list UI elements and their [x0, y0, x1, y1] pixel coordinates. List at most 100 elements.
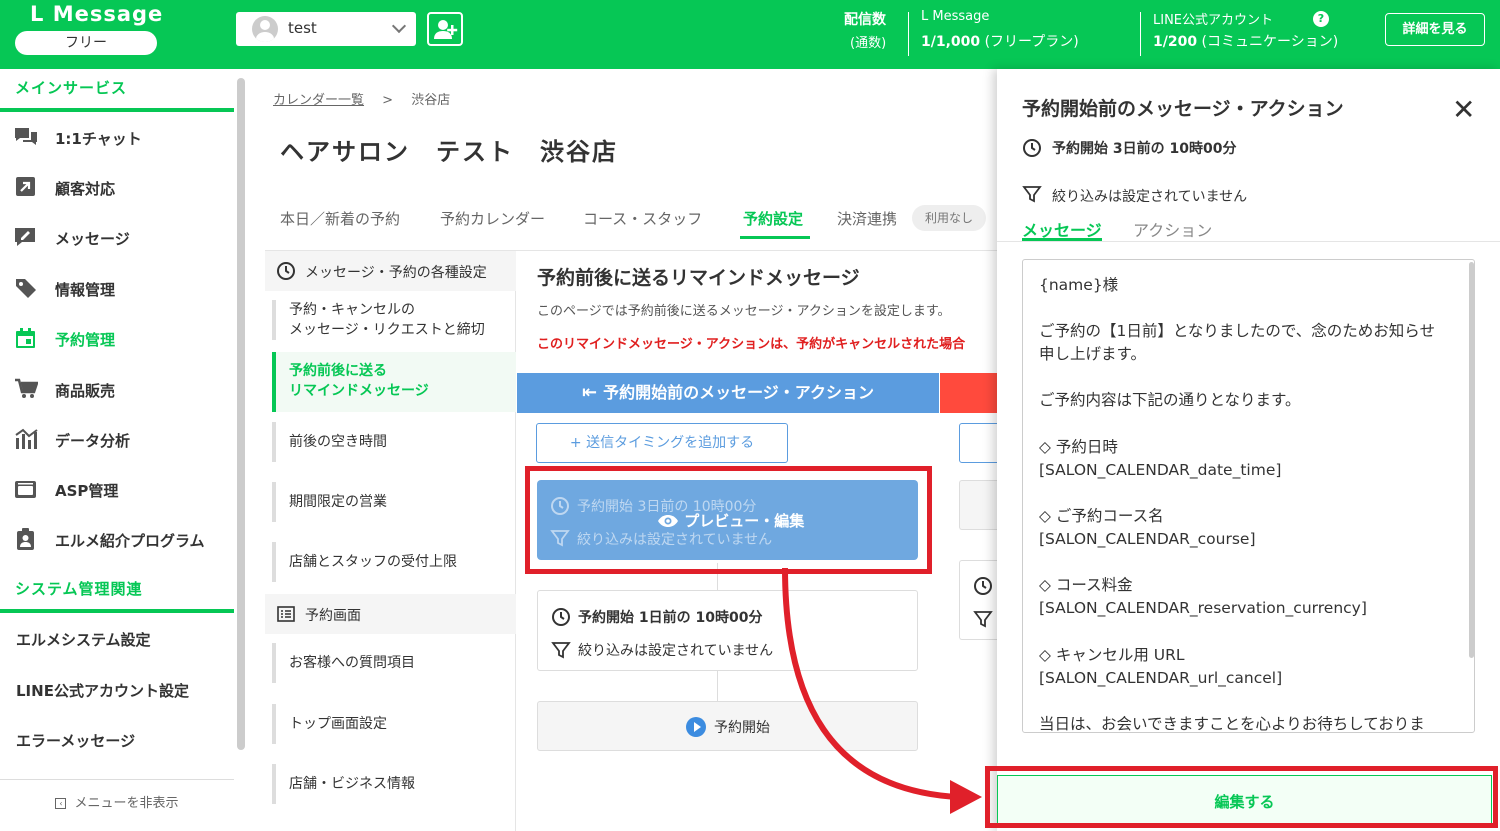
chevron-down-icon — [391, 18, 407, 34]
after-card[interactable] — [959, 480, 1000, 530]
deliveries-label: 配信数 — [844, 12, 886, 28]
tag-icon — [16, 279, 36, 298]
play-icon — [686, 717, 706, 737]
sidebar-item-reservation[interactable]: 予約管理 — [0, 314, 234, 364]
header-divider — [1140, 12, 1141, 56]
chat-icon — [15, 128, 37, 145]
settings-nav-item[interactable]: 店舗とスタッフの受付上限 — [272, 542, 516, 582]
line-account-label: LINE公式アカウント — [1153, 13, 1274, 28]
content-description: このページでは予約前後に送るメッセージ・アクションを設定します。 — [537, 304, 951, 319]
line-plan: (コミュニケーション) — [1201, 34, 1339, 50]
message-edit-icon — [15, 228, 35, 246]
content-title: 予約前後に送るリマインドメッセージ — [537, 267, 860, 289]
filter-icon — [973, 611, 993, 628]
status-badge: 利用なし — [912, 205, 986, 231]
close-icon[interactable]: ✕ — [1452, 96, 1475, 124]
tab-action[interactable]: アクション — [1133, 217, 1212, 241]
main-service-heading: メインサービス — [15, 79, 128, 97]
breadcrumb-link[interactable]: カレンダー一覧 — [273, 93, 364, 108]
message-preview[interactable]: {name}様 ご予約の【1日前】となりましたので、念のためお知らせ 申し上げま… — [1022, 259, 1475, 733]
detail-button[interactable]: 詳細を見る — [1385, 13, 1485, 46]
arrow-box-icon — [16, 177, 35, 196]
section-divider — [0, 609, 234, 613]
tab-reservation-settings[interactable]: 予約設定 — [743, 208, 803, 229]
page-title: ヘアサロン テスト 渋谷店 — [280, 138, 618, 166]
reminder-card-1day[interactable]: 予約開始 1日前の 10時00分 絞り込みは設定されていません — [537, 590, 918, 671]
breadcrumb-separator: > — [382, 93, 394, 108]
sidebar-item-label: 予約管理 — [55, 331, 116, 349]
tab-today[interactable]: 本日／新着の予約 — [280, 208, 400, 229]
clock-icon — [277, 262, 295, 280]
sidebar-item-sales[interactable]: 商品販売 — [0, 365, 234, 415]
sidebar-item-label: 1:1チャット — [55, 130, 142, 148]
tab-payment[interactable]: 決済連携 — [837, 208, 897, 229]
logo: L Message — [30, 2, 164, 26]
sidebar-item-asp[interactable]: ASP管理 — [0, 465, 234, 515]
add-timing-button[interactable]: + 送信タイミングを追加する — [536, 423, 788, 463]
panel-tab-divider — [997, 241, 1500, 242]
message-text: {name}様 ご予約の【1日前】となりましたので、念のためお知らせ 申し上げま… — [1039, 276, 1435, 733]
settings-nav-item[interactable]: トップ画面設定 — [272, 704, 516, 744]
plan-badge: フリー — [15, 31, 157, 55]
add-user-icon — [434, 20, 458, 39]
settings-nav-item[interactable]: 期間限定の営業 — [272, 482, 516, 522]
sidebar-item-line-settings[interactable]: LINE公式アカウント設定 — [16, 680, 189, 701]
sidebar-item-label: 商品販売 — [55, 382, 116, 400]
avatar — [252, 16, 278, 42]
tab-course-staff[interactable]: コース・スタッフ — [583, 208, 702, 229]
settings-nav-item[interactable]: 予約・キャンセルの メッセージ・リクエストと締切 — [272, 300, 516, 340]
settings-nav-heading: 予約画面 — [265, 594, 516, 634]
sidebar-item-error-messages[interactable]: エラーメッセージ — [16, 730, 135, 751]
account-selector[interactable]: test — [236, 12, 416, 46]
sidebar-item-system-settings[interactable]: エルメシステム設定 — [16, 629, 151, 650]
add-timing-button-after[interactable] — [959, 423, 1000, 463]
active-tab-indicator — [740, 236, 810, 239]
highlight-box — [985, 766, 1498, 828]
calendar-icon — [16, 328, 35, 348]
deliveries-unit: (通数) — [850, 36, 887, 51]
after-card[interactable] — [959, 560, 1000, 640]
sidebar-item-customer[interactable]: 顧客対応 — [0, 163, 234, 213]
sidebar-item-referral[interactable]: エルメ紹介プログラム — [0, 515, 234, 565]
asp-icon — [15, 481, 36, 498]
reservation-start-marker: 予約開始 — [537, 701, 918, 751]
settings-nav-item-active[interactable]: 予約前後に送る リマインドメッセージ — [272, 352, 516, 412]
collapse-icon: ‹ — [55, 798, 67, 809]
account-name: test — [288, 19, 317, 37]
arrow-left-bar-icon: ⇤ — [582, 382, 598, 403]
settings-nav-item[interactable]: 店舗・ビジネス情報 — [272, 764, 516, 804]
line-count: 1/200 — [1153, 34, 1198, 50]
settings-nav-item[interactable]: お客様への質問項目 — [272, 643, 516, 683]
cart-icon — [15, 378, 38, 398]
tab-calendar[interactable]: 予約カレンダー — [440, 208, 545, 229]
start-label: 予約開始 — [714, 720, 770, 736]
sidebar-item-analytics[interactable]: データ分析 — [0, 415, 234, 465]
settings-nav-item[interactable]: 前後の空き時間 — [272, 422, 516, 462]
content-warning: このリマインドメッセージ・アクションは、予約がキャンセルされた場合 — [537, 337, 966, 352]
card-timing: 予約開始 1日前の 10時00分 — [578, 610, 763, 626]
message-scrollbar[interactable] — [1469, 262, 1474, 658]
hide-menu-button[interactable]: ‹ メニューを非表示 — [0, 779, 234, 831]
sidebar-item-label: メッセージ — [55, 230, 130, 248]
lmessage-label: L Message — [921, 9, 990, 24]
breadcrumb: カレンダー一覧 > 渋谷店 — [273, 89, 450, 108]
before-start-header: ⇤ 予約開始前のメッセージ・アクション — [517, 373, 939, 413]
breadcrumb-current: 渋谷店 — [411, 93, 451, 108]
sidebar-item-label: 顧客対応 — [55, 180, 116, 198]
filter-icon — [551, 642, 571, 659]
sidebar-item-message[interactable]: メッセージ — [0, 213, 234, 263]
section-divider — [0, 108, 234, 112]
panel-title: 予約開始前のメッセージ・アクション — [1022, 98, 1344, 120]
help-icon[interactable]: ? — [1313, 11, 1329, 27]
add-user-button[interactable] — [427, 12, 463, 46]
sidebar-item-label: ASP管理 — [55, 482, 119, 500]
clock-icon — [1023, 139, 1041, 157]
lmessage-plan: (フリープラン) — [984, 34, 1079, 50]
sidebar-scrollbar[interactable] — [237, 78, 245, 750]
sidebar-item-chat[interactable]: 1:1チャット — [0, 113, 234, 163]
filter-icon — [1022, 186, 1042, 203]
clipboard-icon — [17, 528, 34, 550]
lmessage-count: 1/1,000 — [921, 34, 981, 50]
sidebar-item-info[interactable]: 情報管理 — [0, 264, 234, 314]
sidebar-item-label: エルメ紹介プログラム — [55, 532, 205, 550]
